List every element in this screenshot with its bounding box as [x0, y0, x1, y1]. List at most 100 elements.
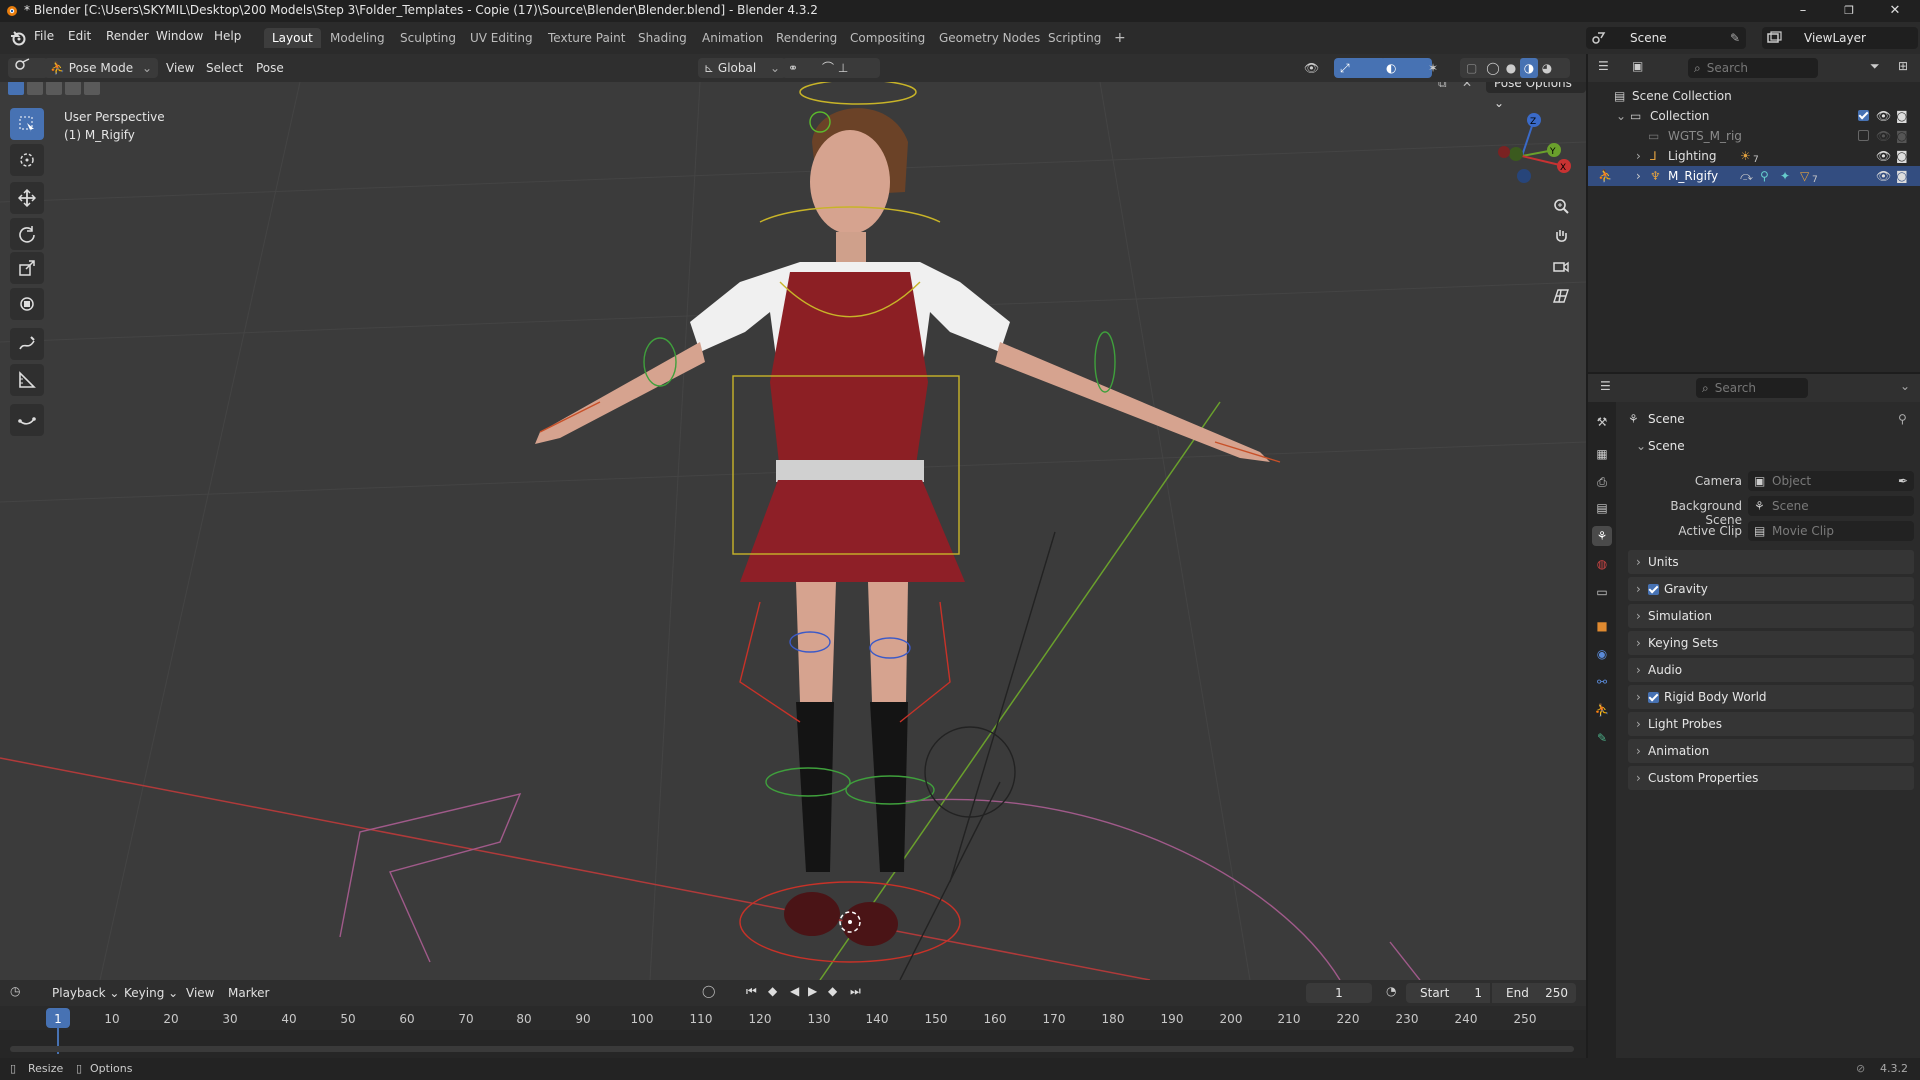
timeline-scrollbar[interactable]: [10, 1046, 1574, 1052]
tab-modeling[interactable]: Modeling: [322, 28, 393, 48]
timeline-editor-icon[interactable]: ◷: [10, 984, 20, 998]
end-frame-field[interactable]: End 250: [1492, 983, 1576, 1003]
next-keyframe-icon[interactable]: ◆: [828, 984, 837, 998]
menu-file[interactable]: File: [34, 29, 54, 43]
tab-shading[interactable]: Shading: [630, 28, 695, 48]
select-intersect-icon[interactable]: [84, 82, 100, 95]
snap-button[interactable]: ⌒ ⊥: [816, 58, 880, 78]
active-clip-field[interactable]: ▤ Movie Clip: [1748, 521, 1914, 541]
scene-selector[interactable]: Scene ✎: [1586, 27, 1746, 49]
panel-keying-sets[interactable]: › Keying Sets: [1628, 631, 1914, 655]
jump-end-icon[interactable]: ⏭: [850, 984, 861, 999]
solid-shading-icon[interactable]: ●: [1502, 58, 1520, 78]
gizmo-toggle-button[interactable]: ⤢: [1334, 58, 1386, 78]
collection-tab-icon[interactable]: ▭: [1592, 582, 1612, 602]
view-layer-selector[interactable]: ViewLayer: [1762, 27, 1918, 49]
eye-icon[interactable]: 👁: [1876, 166, 1891, 186]
panel-simulation[interactable]: › Simulation: [1628, 604, 1914, 628]
navigation-gizmo[interactable]: Z Y X: [1492, 110, 1572, 190]
start-frame-field[interactable]: Start 1: [1406, 983, 1490, 1003]
eye-icon[interactable]: 👁: [1876, 126, 1891, 146]
chevron-right-icon[interactable]: ›: [1636, 146, 1641, 166]
pin-icon[interactable]: ✎: [1730, 31, 1740, 45]
tab-uv-editing[interactable]: UV Editing: [462, 28, 541, 48]
measure-tool[interactable]: [10, 364, 44, 396]
select-box-tool[interactable]: [10, 108, 44, 140]
transform-orientation-selector[interactable]: ⊾ Global ⌄: [698, 58, 786, 78]
view-layer-tab-icon[interactable]: ▤: [1592, 498, 1612, 518]
scene-tab-icon[interactable]: ⚘: [1592, 526, 1612, 546]
menu-edit[interactable]: Edit: [68, 29, 91, 43]
maximize-button[interactable]: ❐: [1826, 0, 1872, 22]
physics-tab-icon[interactable]: ◉: [1592, 644, 1612, 664]
annotate-tool[interactable]: [10, 328, 44, 360]
visibility-icon[interactable]: 👁: [1298, 58, 1325, 78]
panel-rigid-body-world[interactable]: › Rigid Body World: [1628, 685, 1914, 709]
ortho-toggle-button[interactable]: [1547, 282, 1575, 310]
background-scene-field[interactable]: ⚘ Scene: [1748, 496, 1914, 516]
material-shading-icon[interactable]: ◑: [1520, 58, 1538, 78]
eye-icon[interactable]: 👁: [1876, 146, 1891, 166]
rigid-body-world-checkbox[interactable]: [1648, 692, 1659, 703]
timeline[interactable]: 1 10 20 30 40 50 60 70 80 90 100 110 120…: [0, 1006, 1586, 1058]
exclude-checkbox[interactable]: [1858, 130, 1869, 141]
rendered-shading-icon[interactable]: ◕: [1538, 58, 1556, 78]
tool-tab-icon[interactable]: ⚒: [1592, 412, 1612, 432]
tab-layout[interactable]: Layout: [264, 28, 321, 48]
wireframe-shading-icon[interactable]: ◯: [1484, 58, 1502, 78]
object-tab-icon[interactable]: ■: [1592, 616, 1612, 636]
menu-playback[interactable]: Playback ⌄: [46, 983, 125, 1003]
3d-viewport[interactable]: User Perspective (1) M_Rigify ⧉ ✕ Pose O…: [0, 82, 1586, 980]
menu-window[interactable]: Window: [156, 29, 203, 43]
menu-keying[interactable]: Keying ⌄: [118, 983, 184, 1003]
tab-rendering[interactable]: Rendering: [768, 28, 845, 48]
display-mode-icon[interactable]: ▣: [1632, 59, 1643, 73]
bone-tab-icon[interactable]: ✎: [1592, 728, 1612, 748]
output-tab-icon[interactable]: ⎙: [1592, 472, 1612, 492]
move-tool[interactable]: [10, 182, 44, 214]
armature-tab-icon[interactable]: ⛹: [1592, 700, 1612, 720]
panel-custom-properties[interactable]: › Custom Properties: [1628, 766, 1914, 790]
chevron-down-icon[interactable]: ⌄: [1616, 106, 1626, 126]
cursor-tool[interactable]: [10, 144, 44, 176]
chevron-down-icon[interactable]: ⌄: [1900, 379, 1910, 393]
play-reverse-icon[interactable]: ◀: [790, 984, 799, 998]
menu-render[interactable]: Render: [106, 29, 149, 43]
blender-menu-icon[interactable]: [10, 30, 26, 46]
outliner-row-wgts[interactable]: ▭ WGTS_M_rig 👁 ◙: [1588, 126, 1920, 146]
select-mode-group[interactable]: [8, 82, 104, 98]
properties-search[interactable]: ⌕ Search: [1696, 378, 1808, 398]
close-button[interactable]: ✕: [1872, 0, 1918, 22]
camera-icon[interactable]: ◙: [1896, 146, 1908, 166]
camera-icon[interactable]: ◙: [1896, 166, 1908, 186]
select-new-icon[interactable]: [8, 82, 24, 95]
pin-icon[interactable]: ⚲: [1898, 412, 1907, 426]
outliner-row-lighting[interactable]: › ⅃ Lighting ☀ 7 👁 ◙: [1588, 146, 1920, 166]
menu-select[interactable]: Select: [200, 58, 249, 78]
x-mirror-icon[interactable]: ✕: [1462, 82, 1472, 90]
eyedropper-icon[interactable]: ✒: [1898, 471, 1908, 491]
panel-units[interactable]: › Units: [1628, 550, 1914, 574]
exclude-checkbox[interactable]: [1858, 110, 1869, 121]
add-workspace-button[interactable]: +: [1106, 28, 1134, 48]
play-icon[interactable]: ▶: [808, 984, 817, 998]
clock-icon[interactable]: ◔: [1386, 984, 1396, 998]
outliner-search[interactable]: ⌕ Search: [1688, 58, 1818, 78]
panel-light-probes[interactable]: › Light Probes: [1628, 712, 1914, 736]
menu-pose[interactable]: Pose: [250, 58, 290, 78]
tab-scripting[interactable]: Scripting: [1040, 28, 1109, 48]
tab-compositing[interactable]: Compositing: [842, 28, 933, 48]
eye-icon[interactable]: 👁: [1876, 106, 1891, 126]
jump-start-icon[interactable]: ⏮: [746, 984, 757, 999]
camera-view-button[interactable]: [1547, 252, 1575, 280]
chevron-right-icon[interactable]: ›: [1636, 166, 1641, 186]
render-tab-icon[interactable]: ▦: [1592, 444, 1612, 464]
pan-button[interactable]: [1547, 222, 1575, 250]
pose-options-button[interactable]: Pose Options ⌄: [1486, 82, 1586, 110]
transform-tool[interactable]: [10, 288, 44, 320]
prev-keyframe-icon[interactable]: ◆: [768, 984, 777, 998]
filter-icon[interactable]: ⏷: [1870, 59, 1880, 74]
editor-type-button[interactable]: [8, 58, 48, 78]
panel-gravity[interactable]: › Gravity: [1628, 577, 1914, 601]
panel-audio[interactable]: › Audio: [1628, 658, 1914, 682]
